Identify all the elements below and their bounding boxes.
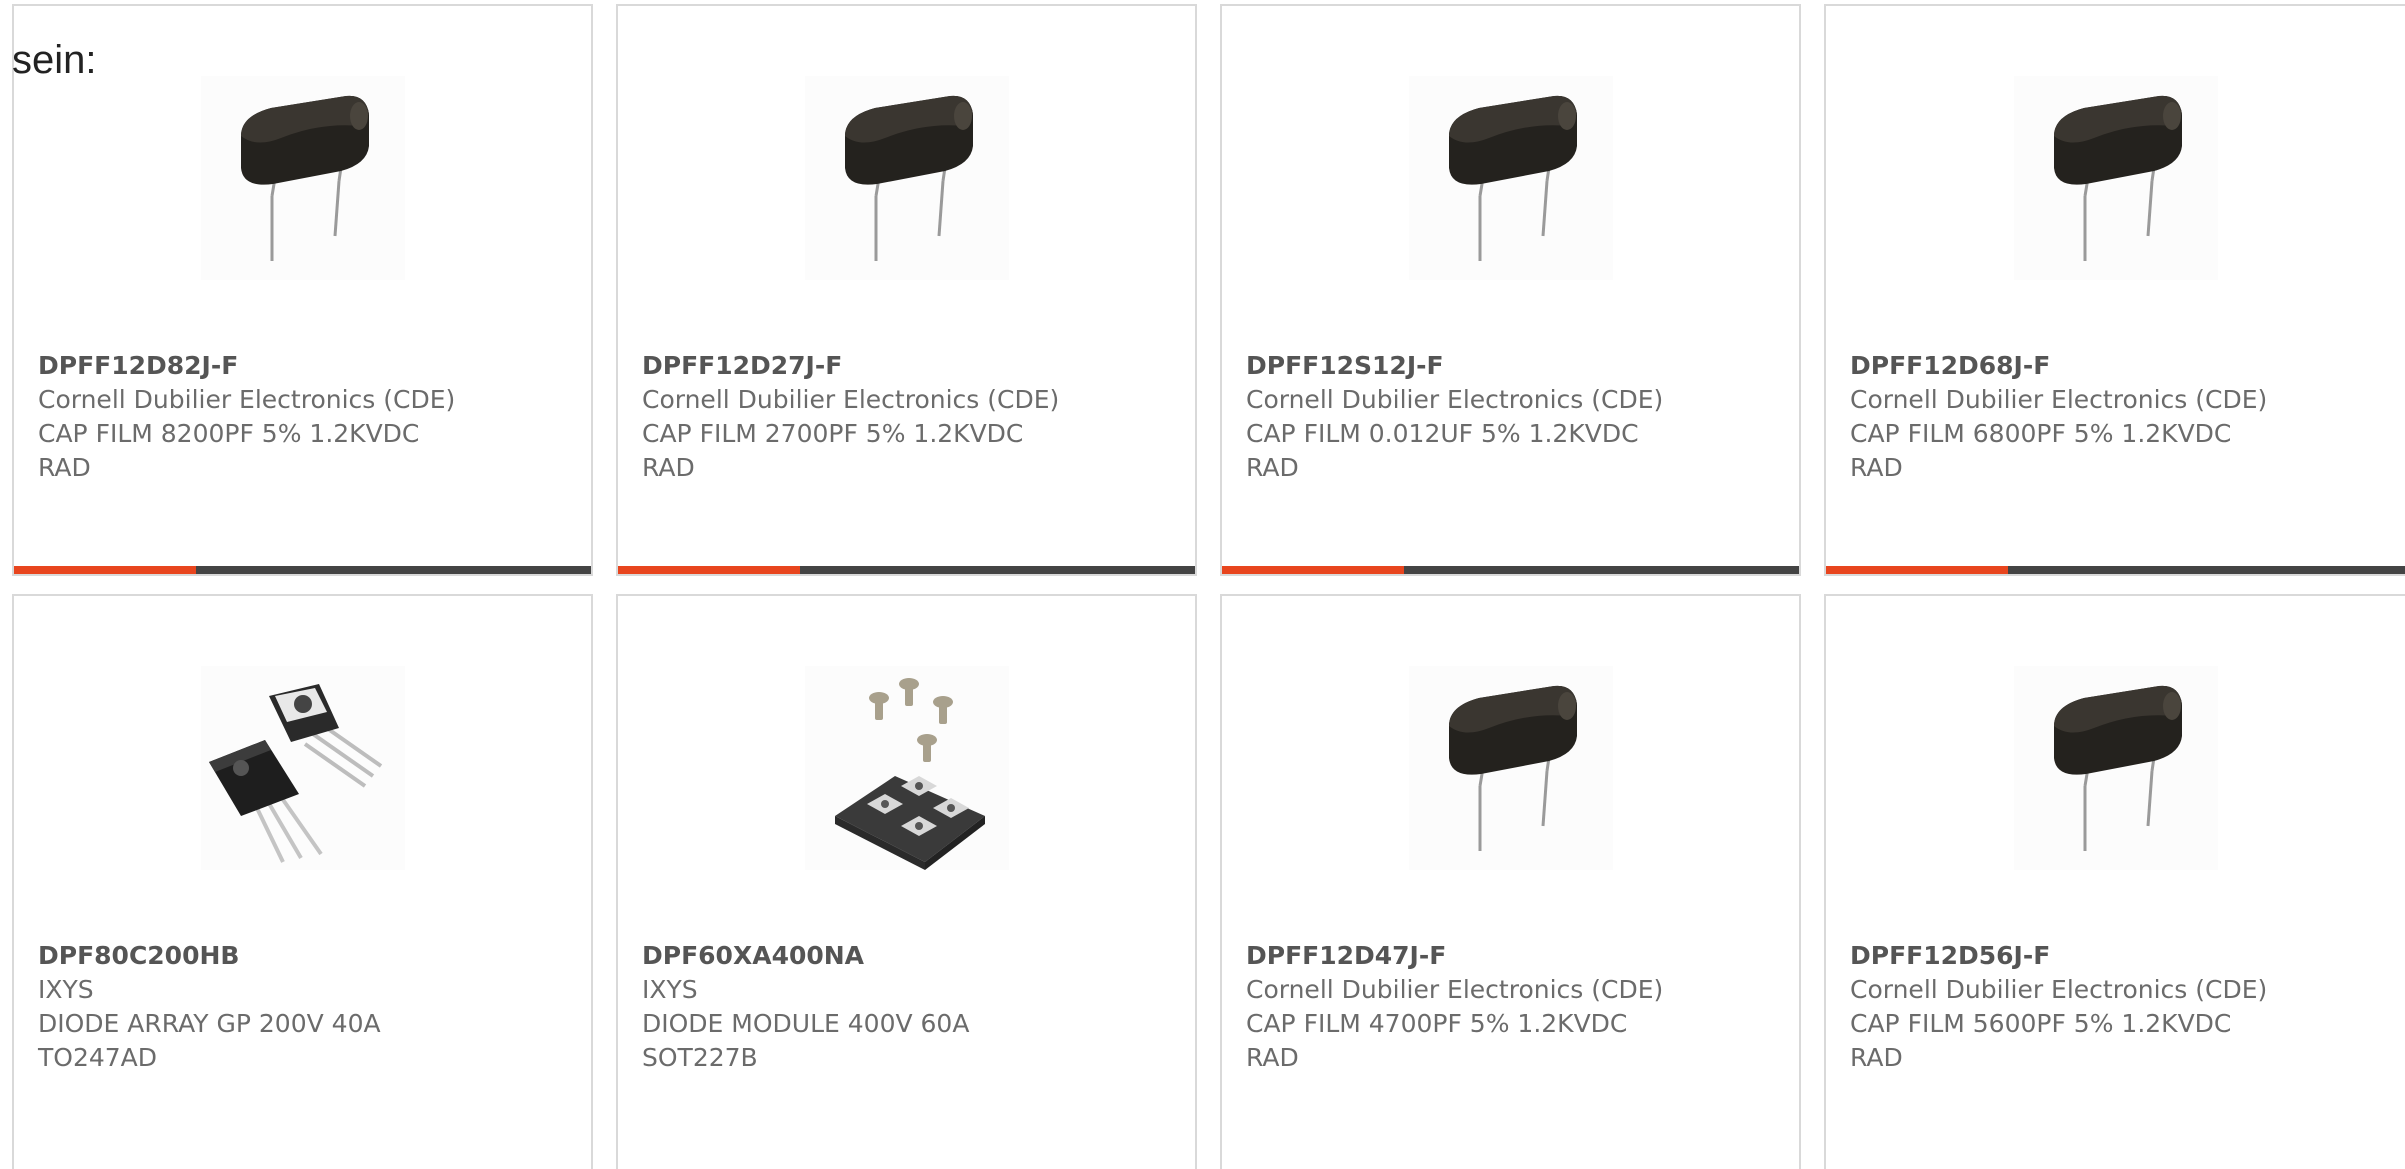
description: RAD bbox=[642, 453, 695, 482]
product-card[interactable]: DPFF12S12J-F Cornell Dubilier Electronic… bbox=[1220, 4, 1801, 576]
description: CAP FILM 4700PF 5% 1.2KVDC bbox=[1246, 1009, 1628, 1038]
film-capacitor-image bbox=[1408, 666, 1613, 870]
description: RAD bbox=[38, 453, 91, 482]
film-capacitor-image bbox=[804, 76, 1009, 280]
part-number-link[interactable]: DPFF12D82J-F bbox=[38, 349, 575, 383]
product-grid: DPFF12D82J-F Cornell Dubilier Electronic… bbox=[0, 0, 2405, 1169]
film-capacitor-image bbox=[1408, 76, 1613, 280]
product-info: DPFF12D68J-F Cornell Dubilier Electronic… bbox=[1850, 349, 2389, 485]
card-accent-fill bbox=[618, 566, 800, 574]
description: CAP FILM 8200PF 5% 1.2KVDC bbox=[38, 419, 420, 448]
product-info: DPF80C200HB IXYS DIODE ARRAY GP 200V 40A… bbox=[38, 939, 575, 1075]
product-info: DPFF12D56J-F Cornell Dubilier Electronic… bbox=[1850, 939, 2389, 1075]
to247-package-image bbox=[200, 666, 405, 870]
description: CAP FILM 0.012UF 5% 1.2KVDC bbox=[1246, 419, 1639, 448]
part-number-link[interactable]: DPFF12D47J-F bbox=[1246, 939, 1783, 973]
product-info: DPFF12D47J-F Cornell Dubilier Electronic… bbox=[1246, 939, 1783, 1075]
manufacturer: Cornell Dubilier Electronics (CDE) bbox=[1850, 385, 2268, 414]
card-accent-bar bbox=[14, 566, 591, 574]
manufacturer: IXYS bbox=[38, 975, 94, 1004]
part-number-link[interactable]: DPFF12D56J-F bbox=[1850, 939, 2389, 973]
product-info: DPFF12S12J-F Cornell Dubilier Electronic… bbox=[1246, 349, 1783, 485]
product-card[interactable]: DPFF12D68J-F Cornell Dubilier Electronic… bbox=[1824, 4, 2405, 576]
part-number-link[interactable]: DPFF12D27J-F bbox=[642, 349, 1179, 383]
intro-text: sein: bbox=[12, 38, 97, 82]
product-card[interactable]: DPF80C200HB IXYS DIODE ARRAY GP 200V 40A… bbox=[12, 594, 593, 1169]
product-card[interactable]: DPF60XA400NA IXYS DIODE MODULE 400V 60A … bbox=[616, 594, 1197, 1169]
sot227-module-image bbox=[804, 666, 1009, 870]
film-capacitor-image bbox=[2013, 76, 2218, 280]
product-card[interactable]: DPFF12D47J-F Cornell Dubilier Electronic… bbox=[1220, 594, 1801, 1169]
product-card[interactable]: DPFF12D27J-F Cornell Dubilier Electronic… bbox=[616, 4, 1197, 576]
product-card[interactable]: DPFF12D82J-F Cornell Dubilier Electronic… bbox=[12, 4, 593, 576]
description: DIODE MODULE 400V 60A bbox=[642, 1009, 970, 1038]
description: TO247AD bbox=[38, 1043, 158, 1072]
card-accent-bar bbox=[1222, 566, 1799, 574]
product-info: DPFF12D82J-F Cornell Dubilier Electronic… bbox=[38, 349, 575, 485]
part-number-link[interactable]: DPF60XA400NA bbox=[642, 939, 1179, 973]
manufacturer: IXYS bbox=[642, 975, 698, 1004]
product-info: DPFF12D27J-F Cornell Dubilier Electronic… bbox=[642, 349, 1179, 485]
description: CAP FILM 5600PF 5% 1.2KVDC bbox=[1850, 1009, 2232, 1038]
card-accent-fill bbox=[1826, 566, 2008, 574]
part-number-link[interactable]: DPFF12D68J-F bbox=[1850, 349, 2389, 383]
description: RAD bbox=[1850, 1043, 1903, 1072]
description: RAD bbox=[1850, 453, 1903, 482]
film-capacitor-image bbox=[200, 76, 405, 280]
film-capacitor-image bbox=[2013, 666, 2218, 870]
manufacturer: Cornell Dubilier Electronics (CDE) bbox=[1246, 975, 1664, 1004]
card-accent-fill bbox=[1222, 566, 1404, 574]
manufacturer: Cornell Dubilier Electronics (CDE) bbox=[1246, 385, 1664, 414]
description: RAD bbox=[1246, 453, 1299, 482]
description: SOT227B bbox=[642, 1043, 758, 1072]
description: RAD bbox=[1246, 1043, 1299, 1072]
part-number-link[interactable]: DPFF12S12J-F bbox=[1246, 349, 1783, 383]
manufacturer: Cornell Dubilier Electronics (CDE) bbox=[642, 385, 1060, 414]
card-accent-fill bbox=[14, 566, 196, 574]
description: DIODE ARRAY GP 200V 40A bbox=[38, 1009, 381, 1038]
part-number-link[interactable]: DPF80C200HB bbox=[38, 939, 575, 973]
manufacturer: Cornell Dubilier Electronics (CDE) bbox=[38, 385, 456, 414]
description: CAP FILM 6800PF 5% 1.2KVDC bbox=[1850, 419, 2232, 448]
card-accent-bar bbox=[1826, 566, 2405, 574]
card-accent-bar bbox=[618, 566, 1195, 574]
product-info: DPF60XA400NA IXYS DIODE MODULE 400V 60A … bbox=[642, 939, 1179, 1075]
description: CAP FILM 2700PF 5% 1.2KVDC bbox=[642, 419, 1024, 448]
product-card[interactable]: DPFF12D56J-F Cornell Dubilier Electronic… bbox=[1824, 594, 2405, 1169]
manufacturer: Cornell Dubilier Electronics (CDE) bbox=[1850, 975, 2268, 1004]
